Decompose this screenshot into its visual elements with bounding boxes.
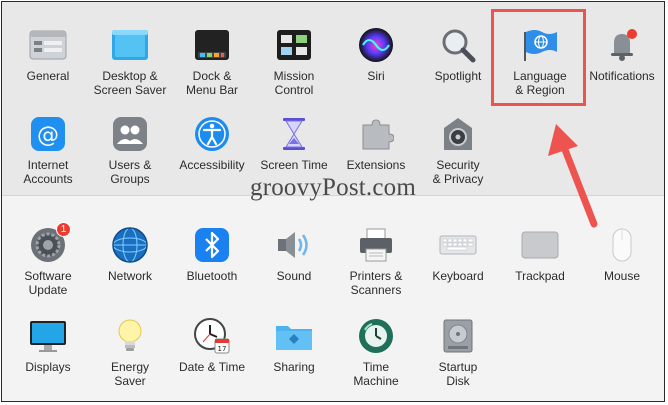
pref-sound[interactable]: Sound: [253, 226, 335, 283]
pref-trackpad[interactable]: Trackpad: [499, 226, 581, 283]
pref-label: Spotlight: [434, 69, 482, 83]
siri-icon: [357, 26, 395, 64]
pref-label: Sound: [276, 269, 312, 283]
trackpad-icon: [521, 226, 559, 264]
keyboard-icon: [439, 226, 477, 264]
pref-label: Network: [107, 269, 152, 283]
pref-energy-saver[interactable]: Energy Saver: [89, 317, 171, 388]
pref-software-update[interactable]: 1 Software Update: [7, 222, 89, 297]
pref-displays[interactable]: Displays: [7, 317, 89, 374]
watermark: groovyPost.com: [250, 174, 416, 201]
bluetooth-icon: [193, 226, 231, 264]
pref-startup-disk[interactable]: Startup Disk: [417, 317, 499, 388]
pref-date-time[interactable]: 17 Date & Time: [171, 317, 253, 374]
pref-label: General: [26, 69, 70, 83]
pref-spotlight[interactable]: Spotlight: [417, 26, 499, 83]
pref-label: Date & Time: [178, 360, 246, 374]
pref-screen-time[interactable]: Screen Time: [253, 115, 335, 172]
pref-extensions[interactable]: Extensions: [335, 115, 417, 172]
mouse-icon: [603, 226, 641, 264]
sound-speaker-icon: [275, 226, 313, 264]
desktop-screen-saver-icon: [111, 26, 149, 64]
pref-sharing[interactable]: Sharing: [253, 317, 335, 374]
mission-control-icon: [275, 26, 313, 64]
pref-printers-scanners[interactable]: Printers & Scanners: [335, 226, 417, 297]
svg-text:17: 17: [218, 345, 227, 353]
pref-label: Accessibility: [179, 158, 245, 172]
software-update-gear-icon: 1: [29, 222, 71, 264]
general-icon: [29, 26, 67, 64]
pref-label: Bluetooth: [186, 269, 238, 283]
accessibility-icon: [193, 115, 231, 153]
pref-label: Desktop & Screen Saver: [93, 69, 167, 97]
pref-label: Dock & Menu Bar: [185, 69, 239, 97]
displays-monitor-icon: [29, 317, 67, 355]
security-privacy-icon: [439, 115, 477, 153]
pref-notifications[interactable]: Notifications: [581, 26, 663, 83]
pref-label: Sharing: [273, 360, 315, 374]
pref-label: Mission Control: [273, 69, 315, 97]
printer-icon: [357, 226, 395, 264]
system-preferences-window: General Desktop & Screen Saver Dock & Me…: [1, 1, 665, 402]
time-machine-icon: [357, 317, 395, 355]
pref-label: Displays: [25, 360, 71, 374]
pref-label: Startup Disk: [438, 360, 478, 388]
svg-text:@: @: [37, 123, 59, 148]
pref-label: Language & Region: [513, 69, 567, 97]
pref-label: Time Machine: [353, 360, 399, 388]
pref-general[interactable]: General: [7, 26, 89, 83]
date-time-clock-icon: 17: [193, 317, 231, 355]
pref-keyboard[interactable]: Keyboard: [417, 226, 499, 283]
pref-desktop-screen-saver[interactable]: Desktop & Screen Saver: [89, 26, 171, 97]
pref-label: Software Update: [24, 269, 72, 297]
startup-disk-icon: [439, 317, 477, 355]
users-groups-icon: [111, 115, 149, 153]
dock-menu-bar-icon: [193, 26, 231, 64]
energy-saver-bulb-icon: [111, 317, 149, 355]
screen-time-hourglass-icon: [275, 115, 313, 153]
pref-label: Keyboard: [432, 269, 484, 283]
pref-label: Notifications: [589, 69, 655, 83]
pref-label: Energy Saver: [110, 360, 150, 388]
extensions-puzzle-icon: [357, 115, 395, 153]
pref-dock-menu-bar[interactable]: Dock & Menu Bar: [171, 26, 253, 97]
pref-mouse[interactable]: Mouse: [581, 226, 663, 283]
pref-time-machine[interactable]: Time Machine: [335, 317, 417, 388]
pref-label: Trackpad: [515, 269, 565, 283]
pref-network[interactable]: Network: [89, 226, 171, 283]
spotlight-icon: [439, 26, 477, 64]
language-region-flag-icon: [521, 26, 559, 64]
pref-label: Extensions: [346, 158, 406, 172]
network-globe-icon: [111, 226, 149, 264]
pref-label: Printers & Scanners: [349, 269, 403, 297]
pref-bluetooth[interactable]: Bluetooth: [171, 226, 253, 283]
pref-language-region[interactable]: Language & Region: [499, 26, 581, 97]
pref-label: Siri: [367, 69, 385, 83]
pref-label: Screen Time: [260, 158, 328, 172]
pref-accessibility[interactable]: Accessibility: [171, 115, 253, 172]
pref-siri[interactable]: Siri: [335, 26, 417, 83]
pref-label: Mouse: [603, 269, 641, 283]
update-count-badge: 1: [56, 222, 71, 237]
pref-mission-control[interactable]: Mission Control: [253, 26, 335, 97]
sharing-folder-icon: [275, 317, 313, 355]
notifications-bell-icon: [603, 26, 641, 64]
internet-accounts-icon: @: [29, 115, 67, 153]
